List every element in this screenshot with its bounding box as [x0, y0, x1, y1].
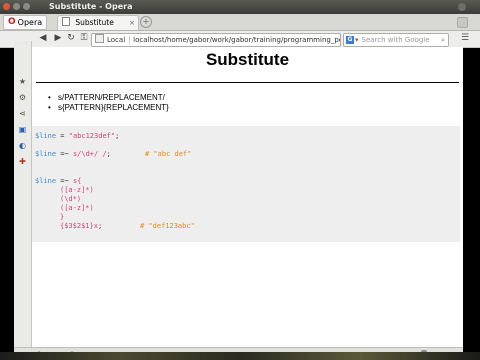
- code-line-6: ([a-z]*): [60, 204, 94, 212]
- code-line-4: ([a-z]*): [60, 186, 94, 194]
- code-block: $line = "abc123def"; $line =~ s/\d+/ /; …: [32, 126, 460, 242]
- opera-logo-icon: O: [8, 17, 16, 27]
- new-tab-button[interactable]: +: [140, 16, 152, 28]
- search-field[interactable]: G ▾ Search with Google ⌕: [343, 33, 449, 47]
- window-controls: [3, 3, 30, 10]
- code-line-7: }: [60, 213, 65, 221]
- key-icon[interactable]: ⚿: [78, 32, 90, 45]
- title-divider: [36, 82, 459, 83]
- settings-icon[interactable]: ⚙: [17, 92, 28, 103]
- search-engine-dropdown-icon[interactable]: ▾: [355, 36, 359, 44]
- local-page-icon: [95, 34, 104, 43]
- search-placeholder: Search with Google: [361, 36, 430, 44]
- navigation-toolbar: ◀ ▶ ↻ ⚿ Local localhost/home/gabor/work/g…: [0, 31, 480, 48]
- tab-close-icon[interactable]: ×: [129, 16, 135, 30]
- window-menu-button[interactable]: [458, 3, 466, 11]
- code-line-1: $line = "abc123def";: [35, 132, 120, 140]
- page-title: Substitute: [205, 50, 290, 69]
- code-line-8: {$3$2$1}x;: [60, 222, 103, 230]
- history-icon[interactable]: ◐: [17, 140, 28, 151]
- tab-bar: O Opera Substitute × +: [0, 14, 480, 31]
- menu-icon[interactable]: ☰: [460, 33, 470, 44]
- tab-list-button[interactable]: [457, 17, 468, 28]
- bookmarks-icon[interactable]: ★: [17, 76, 28, 87]
- reload-icon[interactable]: ↻: [65, 32, 77, 45]
- forward-icon[interactable]: ▶: [52, 32, 64, 45]
- back-icon[interactable]: ◀: [37, 32, 49, 45]
- opera-menu-label: Opera: [17, 18, 43, 27]
- desktop-background: [0, 352, 480, 360]
- window-title: Substitute - Opera: [49, 2, 133, 11]
- tab-substitute[interactable]: Substitute ×: [57, 15, 139, 30]
- address-bar[interactable]: Local localhost/home/gabor/work/gabor/tra…: [91, 33, 341, 47]
- list-item: s/PATTERN/REPLACEMENT/: [48, 93, 169, 103]
- url-text[interactable]: localhost/home/gabor/work/gabor/training…: [130, 36, 340, 44]
- code-line-2: $line =~ s/\d+/ /;: [35, 150, 111, 158]
- page-icon: [62, 17, 70, 26]
- code-line-5: (\d*): [60, 195, 82, 203]
- share-icon[interactable]: ⋖: [17, 108, 28, 119]
- side-panel: ★ ⚙ ⋖ ▣ ◐ ✚: [14, 41, 32, 347]
- code-comment-8: # "def123abc": [140, 222, 195, 230]
- close-window-button[interactable]: [3, 3, 10, 10]
- page-content: Substitute s/PATTERN/REPLACEMENT/ s{PATT…: [32, 47, 463, 347]
- syntax-list: s/PATTERN/REPLACEMENT/ s{PATTERN}{REPLAC…: [48, 93, 169, 113]
- add-panel-icon[interactable]: ✚: [17, 156, 28, 167]
- minimize-window-button[interactable]: [13, 3, 20, 10]
- code-line-3: $line =~ s{: [35, 177, 82, 185]
- url-local-label: Local: [106, 36, 131, 44]
- google-icon[interactable]: G: [346, 36, 354, 44]
- maximize-window-button[interactable]: [23, 3, 30, 10]
- code-comment-2: # "abc def": [145, 150, 192, 158]
- search-icon[interactable]: ⌕: [441, 34, 445, 46]
- window-titlebar: Substitute - Opera: [0, 0, 480, 14]
- notes-icon[interactable]: ▣: [17, 124, 28, 135]
- list-item: s{PATTERN}{REPLACEMENT}: [48, 103, 169, 113]
- tab-title: Substitute: [75, 18, 114, 27]
- opera-menu-button[interactable]: O Opera: [3, 15, 48, 30]
